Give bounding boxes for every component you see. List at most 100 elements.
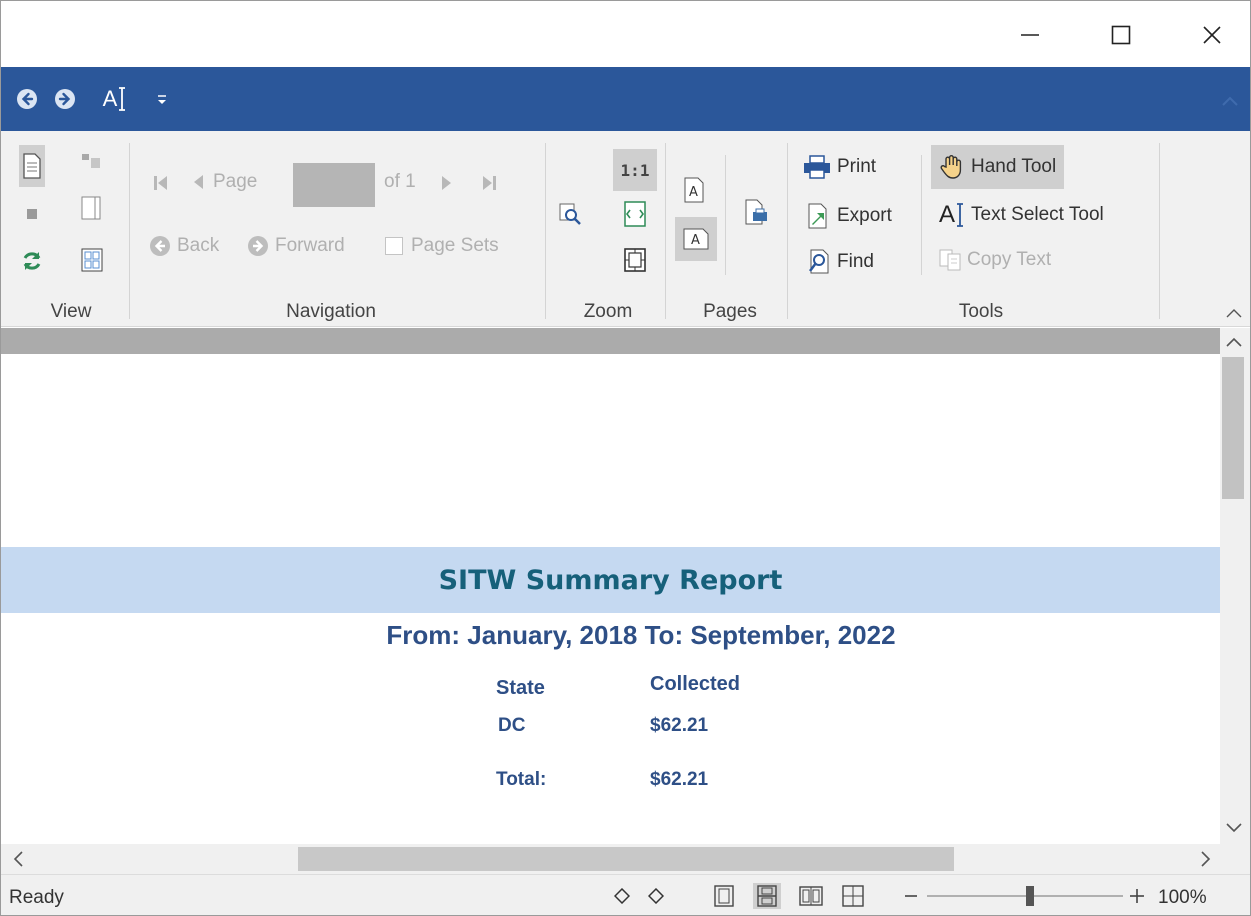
minus-icon — [905, 895, 917, 897]
first-page-button[interactable] — [149, 171, 173, 195]
maximize-icon — [1111, 25, 1131, 45]
zoom-slider[interactable] — [927, 883, 1123, 909]
landscape-button[interactable]: A — [675, 217, 717, 261]
fit-page-icon — [624, 248, 646, 272]
find-button[interactable]: Find — [807, 249, 874, 275]
find-icon — [809, 249, 829, 274]
qat-back-button[interactable] — [15, 87, 39, 111]
print-label: Print — [837, 156, 877, 177]
qat-text-select-label: A — [102, 86, 118, 111]
forward-button[interactable]: Forward — [247, 235, 345, 257]
horizontal-scroll-thumb[interactable] — [298, 847, 954, 871]
total-label: Total: — [496, 769, 547, 790]
actual-size-button[interactable]: 1:1 — [613, 149, 657, 191]
next-page-button[interactable] — [437, 171, 457, 195]
qat-customize-button[interactable] — [153, 87, 171, 111]
previous-page-button[interactable]: Page — [191, 171, 257, 193]
group-separator — [665, 143, 666, 319]
refresh-button[interactable] — [19, 247, 45, 275]
previous-highlight-button[interactable] — [611, 883, 633, 909]
next-page-icon — [442, 176, 451, 190]
forward-label: Forward — [275, 235, 345, 256]
column-header-collected: Collected — [650, 673, 741, 695]
report-date-range: From: January, 2018 To: September, 2022 — [386, 620, 896, 650]
next-highlight-button[interactable] — [645, 883, 667, 909]
previous-page-icon — [194, 175, 203, 189]
column-header-state: State — [496, 677, 545, 699]
page-sets-checkbox[interactable]: Page Sets — [385, 235, 499, 257]
copy-text-button[interactable]: Copy Text — [939, 249, 1051, 271]
minimize-button[interactable] — [1007, 15, 1053, 55]
portrait-button[interactable]: A — [679, 175, 709, 205]
report-title: SITW Summary Report — [438, 564, 783, 596]
portrait-page-icon: A — [684, 177, 704, 203]
continuous-layout-button[interactable] — [753, 883, 781, 909]
maximize-button[interactable] — [1098, 15, 1144, 55]
total-value: $62.21 — [650, 769, 709, 790]
page-of-label: of 1 — [384, 171, 416, 192]
group-label-tools: Tools — [958, 301, 1004, 322]
minimize-icon — [1021, 34, 1039, 36]
sidebar-panel-icon — [81, 196, 101, 220]
scroll-left-button[interactable] — [7, 849, 29, 869]
zoom-percent: 100% — [1158, 887, 1207, 908]
forward-circle-icon — [248, 236, 268, 256]
scroll-down-button[interactable] — [1223, 817, 1245, 839]
zoom-slider-thumb[interactable] — [1026, 886, 1034, 906]
close-button[interactable] — [1189, 15, 1235, 55]
checkbox-box — [385, 237, 403, 255]
copy-icon — [939, 249, 961, 271]
multi-page-view-button[interactable] — [79, 245, 105, 275]
customize-dropdown-icon — [158, 95, 166, 104]
continuous-pages-icon — [757, 885, 777, 907]
collapse-ribbon-button[interactable] — [1223, 303, 1245, 323]
stop-button[interactable] — [21, 203, 43, 225]
text-cursor-icon — [119, 87, 126, 111]
chevron-down-icon — [1226, 823, 1242, 833]
qat-text-select-button[interactable]: A — [95, 86, 135, 111]
zoom-out-button[interactable] — [901, 883, 921, 909]
chevron-left-icon — [13, 851, 23, 867]
report-viewport[interactable]: SITW Summary Report From: January, 2018 … — [1, 328, 1220, 844]
page-setup-button[interactable] — [741, 197, 771, 229]
fit-page-button[interactable] — [621, 245, 649, 275]
arrow-right-circle-icon — [55, 89, 75, 109]
sidebar-toggle-button[interactable] — [79, 193, 103, 223]
zoom-button[interactable] — [555, 199, 585, 229]
page-number-input[interactable] — [293, 163, 375, 207]
fit-width-icon — [624, 201, 646, 227]
back-button[interactable]: Back — [149, 235, 219, 257]
fit-width-button[interactable] — [621, 199, 649, 229]
group-separator — [1159, 143, 1160, 319]
pages-inner-separator — [725, 155, 726, 275]
status-bar: Ready 100% — [1, 874, 1250, 915]
report-viewer-window: A View Page of 1 Back Forward Page Sets … — [0, 0, 1251, 916]
page-grid-icon — [81, 248, 103, 272]
group-label-view: View — [50, 301, 92, 322]
thumbnails-button[interactable] — [79, 151, 103, 173]
facing-continuous-layout-button[interactable] — [839, 883, 867, 909]
single-page-view-button[interactable] — [19, 145, 45, 187]
vertical-scroll-thumb[interactable] — [1222, 357, 1244, 499]
scroll-up-button[interactable] — [1223, 331, 1245, 353]
hand-tool-button[interactable]: Hand Tool — [931, 145, 1065, 189]
back-label: Back — [177, 235, 220, 256]
qat-forward-button[interactable] — [53, 87, 77, 111]
hand-tool-label: Hand Tool — [971, 156, 1057, 177]
export-label: Export — [837, 205, 892, 226]
actual-size-label: 1:1 — [620, 160, 650, 180]
group-separator — [787, 143, 788, 319]
facing-layout-button[interactable] — [797, 883, 825, 909]
export-button[interactable]: Export — [807, 203, 892, 229]
zoom-in-button[interactable] — [1127, 883, 1147, 909]
single-page-layout-button[interactable] — [711, 883, 737, 909]
qat-caret-button[interactable] — [1222, 93, 1238, 111]
thumbnails-icon — [82, 154, 100, 168]
text-select-tool-button[interactable]: A Text Select Tool — [939, 201, 1104, 229]
last-page-button[interactable] — [477, 171, 501, 195]
row-collected-cell: $62.21 — [650, 715, 709, 736]
print-button[interactable]: Print — [803, 155, 876, 179]
scroll-right-button[interactable] — [1195, 849, 1217, 869]
back-circle-icon — [150, 236, 170, 256]
group-label-pages: Pages — [703, 301, 757, 322]
